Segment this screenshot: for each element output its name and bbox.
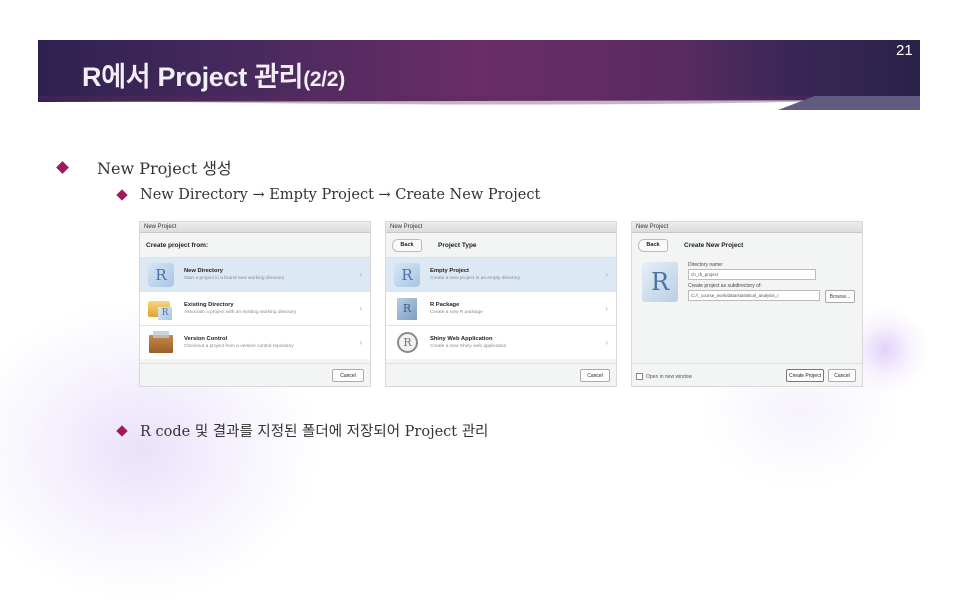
diamond-bullet-icon (116, 424, 128, 437)
cancel-button[interactable]: Cancel (828, 369, 856, 382)
chevron-right-icon: › (359, 304, 362, 313)
new-project-dialog: New Project Create project from: R New D… (139, 221, 371, 387)
create-new-project-dialog: New Project Back Create New Project R Di… (631, 221, 863, 387)
bullet-level2: R code 및 결과를 지정된 폴더에 저장되어 Project 관리 (116, 420, 489, 441)
option-shiny-web-app[interactable]: R Shiny Web Application Create a new Shin… (386, 325, 616, 359)
back-button[interactable]: Back (638, 238, 668, 252)
slide-title-main: R에서 Project 관리 (82, 62, 304, 92)
dialog-titlebar: New Project (632, 222, 862, 233)
option-title: Shiny Web Application (430, 336, 493, 342)
chevron-right-icon: › (605, 338, 608, 347)
option-subtitle: Start a project in a brand new working d… (184, 276, 285, 281)
option-subtitle: Create a new R package (430, 310, 483, 315)
subdirectory-input[interactable]: C:/r_course_work/data/statistical_analys… (688, 290, 820, 301)
option-title: Empty Project (430, 268, 469, 274)
bullet-text: R code 및 결과를 지정된 폴더에 저장되어 Project 관리 (140, 424, 489, 440)
diamond-bullet-icon (116, 189, 128, 201)
slide-title-suffix: (2/2) (303, 68, 345, 91)
diamond-bullet-icon (56, 160, 69, 174)
chevron-right-icon: › (359, 338, 362, 347)
dialog-header-title: Project Type (438, 241, 477, 249)
option-version-control[interactable]: Version Control Checkout a project from a… (140, 325, 370, 359)
option-existing-directory[interactable]: R Existing Directory Associate a project … (140, 291, 370, 325)
option-subtitle: Associate a project with an existing wor… (184, 310, 297, 315)
option-title: Existing Directory (184, 302, 234, 308)
option-new-directory[interactable]: R New Directory Start a project in a bran… (140, 257, 370, 291)
directory-name-input[interactable]: ch_rb_project (688, 269, 816, 280)
option-title: Version Control (184, 336, 228, 342)
bullet-text: New Project 생성 (97, 159, 232, 178)
cancel-button[interactable]: Cancel (332, 369, 364, 382)
open-new-window-checkbox[interactable]: Open in new window (636, 373, 692, 380)
chevron-right-icon: › (605, 304, 608, 313)
option-empty-project[interactable]: R Empty Project Create a new project in a… (386, 257, 616, 291)
browse-button[interactable]: Browse... (825, 290, 855, 303)
slide-title: R에서 Project 관리(2/2) (82, 55, 345, 94)
dialog-header-title: Create New Project (684, 241, 744, 249)
cancel-button[interactable]: Cancel (580, 369, 610, 382)
dialog-header: Create project from: (146, 241, 209, 249)
bullet-level2: New Directory → Empty Project → Create N… (116, 187, 541, 203)
new-project-form: Directory name: ch_rb_project Create pro… (688, 262, 856, 304)
dialog-header: Back Create New Project (632, 233, 862, 257)
dialog-footer: Cancel (140, 363, 370, 386)
create-project-button[interactable]: Create Project (786, 369, 824, 382)
dialog-footer: Cancel (386, 363, 616, 386)
dialog-titlebar: New Project (140, 222, 370, 233)
box-icon (148, 330, 174, 355)
checkbox-label: Open in new window (646, 373, 693, 380)
back-button[interactable]: Back (392, 238, 422, 252)
project-type-dialog: New Project Back Project Type R Empty Pr… (385, 221, 617, 387)
shiny-icon: R (394, 331, 420, 355)
bullet-level1: New Project 생성 (56, 155, 232, 179)
option-r-package[interactable]: R R Package Create a new R package › (386, 291, 616, 325)
option-subtitle: Create a new Shiny web application (430, 344, 507, 349)
dialog-footer: Open in new window Create Project Cancel (632, 363, 862, 386)
r-logo-icon: R (148, 262, 174, 287)
option-title: New Directory (184, 268, 223, 274)
option-subtitle: Create a new project in an empty directo… (430, 276, 521, 281)
chevron-right-icon: › (605, 270, 608, 279)
page-number: 21 (896, 42, 913, 59)
checkbox-icon (636, 373, 643, 380)
chevron-right-icon: › (359, 270, 362, 279)
dialog-titlebar: New Project (386, 222, 616, 233)
banner-accent (38, 96, 920, 110)
r-logo-icon: R (394, 262, 420, 287)
r-cube-icon: R (394, 297, 420, 321)
directory-name-label: Directory name: (688, 262, 724, 268)
option-title: R Package (430, 302, 460, 308)
option-subtitle: Checkout a project from a version contro… (184, 344, 294, 349)
folder-icon: R (148, 297, 174, 321)
r-logo-icon: R (642, 262, 678, 302)
bullet-text: New Directory → Empty Project → Create N… (140, 187, 541, 203)
dialog-header: Back Project Type (386, 233, 616, 257)
